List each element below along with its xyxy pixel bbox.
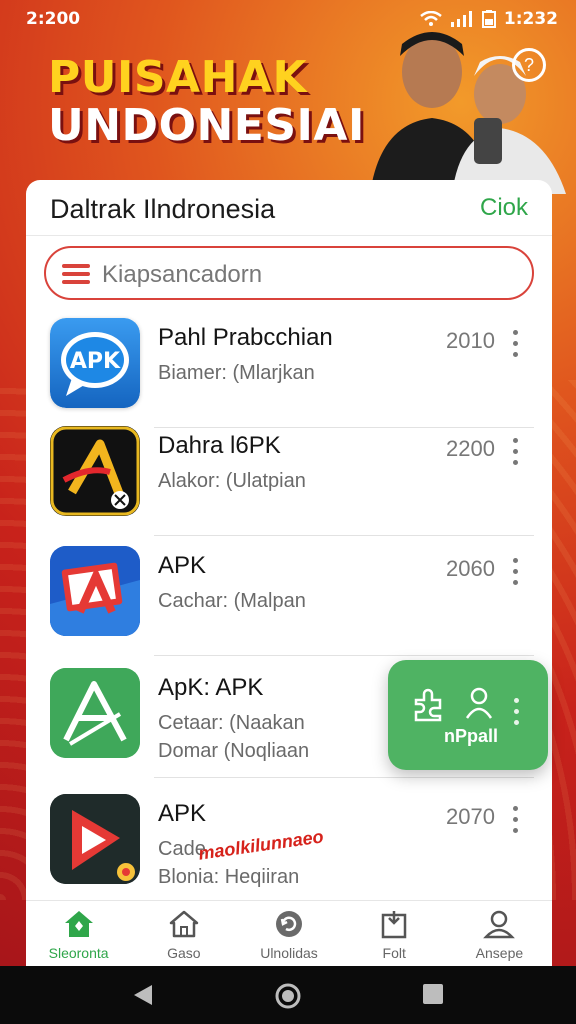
app-year: 2070: [446, 804, 495, 829]
profile-icon: [483, 910, 516, 939]
svg-text:APK: APK: [70, 349, 121, 374]
app-developer: Biamer: (Mlarjkan: [158, 362, 315, 384]
person-icon[interactable]: [464, 686, 494, 720]
search-input[interactable]: Kiapsancadorn: [102, 261, 262, 289]
app-year: 2060: [446, 556, 495, 581]
more-options-icon[interactable]: [508, 558, 522, 592]
nav-label: Ulnolidas: [260, 945, 318, 961]
app-name: ApK: APK: [158, 674, 264, 701]
banner-people-illustration: [370, 32, 566, 194]
more-options-icon[interactable]: [514, 698, 520, 725]
app-name: APK: [158, 552, 207, 579]
app-year: 2010: [446, 328, 495, 353]
box-icon: [381, 911, 407, 939]
app-developer: Cachar: (Malpan: [158, 590, 306, 612]
nav-item-profile[interactable]: Ansepe: [447, 901, 552, 966]
nav-label: Gaso: [167, 945, 201, 961]
nav-item-home[interactable]: Sleoronta: [26, 901, 131, 966]
fab-label: nPpall: [444, 726, 499, 746]
menu-icon[interactable]: [62, 264, 90, 284]
divider: [154, 535, 534, 536]
more-options-icon[interactable]: [508, 806, 522, 840]
nav-label: Ansepe: [475, 945, 524, 961]
card-header: Daltrak Ilndronesia Ciok: [26, 180, 552, 236]
list-item[interactable]: APK Cachar: (Malpan 2060: [26, 538, 552, 656]
banner-title-line1: PUISAHAK: [48, 52, 308, 103]
app-category: Domar (Noqliaan: [158, 740, 310, 762]
nav-item-updates[interactable]: Ulnolidas: [236, 901, 341, 966]
back-icon[interactable]: [132, 983, 154, 1007]
floating-action-panel[interactable]: nPpall: [388, 660, 548, 770]
app-name: Pahl Prabcchian: [158, 324, 333, 351]
divider: [154, 655, 534, 656]
app-developer: Alakor: (Ulatpian: [158, 470, 306, 492]
green-a-icon: [50, 668, 140, 758]
nav-label: Sleoronta: [48, 945, 109, 961]
list-item[interactable]: Dahra l6PK Alakor: (Ulatpian 2200: [26, 418, 552, 536]
nav-label: Folt: [382, 945, 406, 961]
nav-item-folder[interactable]: Folt: [342, 901, 447, 966]
app-category: Blonia: Heqiiran: [158, 866, 300, 888]
app-developer: Cetaar: (Naakan: [158, 712, 305, 734]
app-name: APK: [158, 800, 207, 827]
home-icon: [64, 911, 93, 937]
divider: [154, 777, 534, 778]
app-name: Dahra l6PK: [158, 432, 281, 459]
banner-title-line2: UNDONESIAI: [48, 100, 365, 151]
play-icon: [50, 794, 140, 884]
card-action-button[interactable]: Ciok: [480, 194, 528, 222]
home-button-icon[interactable]: [275, 983, 301, 1009]
puzzle-icon[interactable]: [410, 686, 450, 722]
card-icon: [50, 546, 140, 636]
status-time-left: 2:200: [26, 9, 81, 29]
app-year: 2200: [446, 436, 495, 461]
refresh-icon: [276, 911, 302, 937]
more-options-icon[interactable]: [508, 330, 522, 364]
system-navigation-bar: [0, 966, 576, 1024]
recents-icon[interactable]: [422, 983, 444, 1005]
help-icon[interactable]: ?: [512, 48, 546, 82]
list-item[interactable]: APK Pahl Prabcchian Biamer: (Mlarjkan 20…: [26, 310, 552, 428]
house-outline-icon: [169, 910, 199, 938]
bottom-navigation: Sleoronta Gaso Ulnolidas Folt Ansepe: [26, 900, 552, 966]
main-card: Daltrak Ilndronesia Ciok Kiapsancadorn A…: [26, 180, 552, 920]
banner-title: PUISAHAK UNDONESIAI: [48, 56, 365, 148]
more-options-icon[interactable]: [508, 438, 522, 472]
card-title: Daltrak Ilndronesia: [50, 194, 276, 224]
dana-icon: [50, 426, 140, 516]
nav-item-games[interactable]: Gaso: [131, 901, 236, 966]
apk-bubble-icon: APK: [50, 318, 140, 408]
search-bar[interactable]: Kiapsancadorn: [44, 246, 534, 300]
